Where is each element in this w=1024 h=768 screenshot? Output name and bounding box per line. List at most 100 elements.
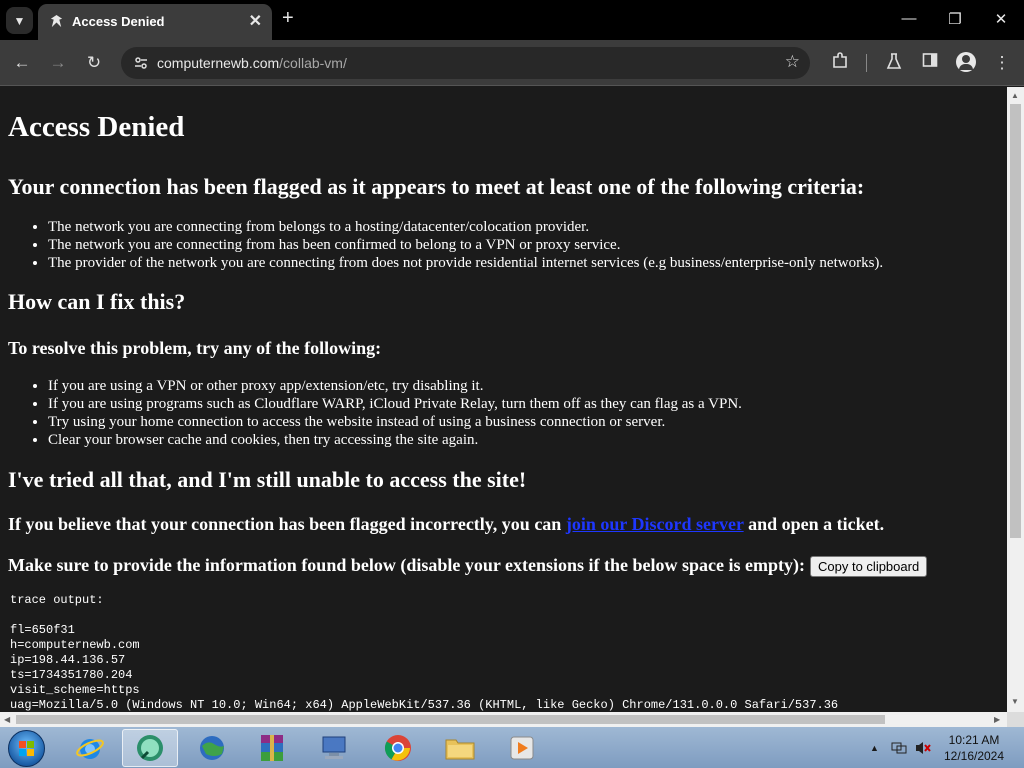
discord-link[interactable]: join our Discord server bbox=[566, 514, 744, 534]
reload-icon: ↻ bbox=[86, 53, 102, 72]
toolbar-separator bbox=[866, 54, 867, 72]
list-item: Clear your browser cache and cookies, th… bbox=[48, 431, 998, 449]
winrar-icon bbox=[261, 735, 283, 761]
profile-avatar-icon[interactable] bbox=[956, 52, 976, 72]
browser-titlebar: ▼ Access Denied ✕ + — ❐ ✕ bbox=[0, 0, 1024, 40]
arrow-right-icon: → bbox=[49, 53, 67, 72]
fixes-list: If you are using a VPN or other proxy ap… bbox=[48, 377, 998, 449]
fix-heading: How can I fix this? bbox=[8, 289, 186, 314]
volume-muted-icon[interactable] bbox=[914, 740, 932, 756]
side-panel-icon bbox=[922, 53, 938, 67]
forward-button[interactable]: → bbox=[46, 52, 70, 74]
criteria-list: The network you are connecting from belo… bbox=[48, 218, 998, 272]
restore-button[interactable]: ❐ bbox=[943, 10, 967, 28]
taskbar-explorer[interactable] bbox=[432, 729, 488, 767]
windows-taskbar: ▲ 10:21 AM 12/16/2024 bbox=[0, 727, 1024, 768]
clock-time: 10:21 AM bbox=[948, 733, 1000, 747]
horizontal-scrollbar[interactable]: ◀ ▶ bbox=[0, 712, 1007, 727]
taskbar-computer[interactable] bbox=[306, 729, 362, 767]
new-tab-button[interactable]: + bbox=[282, 8, 294, 28]
incorrect-text-before: If you believe that your connection has … bbox=[8, 514, 566, 534]
reload-button[interactable]: ↻ bbox=[82, 52, 106, 74]
bookmark-star-icon[interactable]: ☆ bbox=[785, 52, 800, 72]
explorer-folder-icon bbox=[445, 739, 475, 760]
labs-button[interactable] bbox=[882, 52, 906, 74]
trace-line: ip=198.44.136.57 bbox=[10, 653, 126, 668]
tab-search-button[interactable]: ▼ bbox=[6, 7, 33, 34]
provide-info-label: Make sure to provide the information fou… bbox=[8, 555, 806, 575]
vertical-scrollbar[interactable]: ▲ ▼ bbox=[1007, 87, 1024, 712]
scroll-right-arrow-icon[interactable]: ▶ bbox=[994, 715, 1000, 724]
taskbar-ie[interactable] bbox=[62, 729, 118, 767]
url-path: /collab-vm/ bbox=[279, 55, 347, 71]
site-favicon-icon bbox=[50, 14, 63, 28]
provide-info-text: Make sure to provide the information fou… bbox=[8, 555, 998, 578]
windows-flag-icon bbox=[19, 741, 35, 757]
flask-icon bbox=[886, 53, 902, 69]
page-viewport: Access Denied Your connection has been f… bbox=[0, 87, 1007, 712]
criteria-heading: Your connection has been flagged as it a… bbox=[8, 174, 865, 199]
start-button[interactable] bbox=[8, 730, 45, 767]
list-item: The network you are connecting from has … bbox=[48, 236, 998, 254]
network-globe-icon bbox=[200, 736, 224, 760]
scroll-corner bbox=[1007, 712, 1024, 727]
list-item: Try using your home connection to access… bbox=[48, 413, 998, 431]
tried-heading: I've tried all that, and I'm still unabl… bbox=[8, 467, 527, 492]
collabvm-icon bbox=[137, 735, 163, 761]
trace-output: trace output: fl=650f31 h=computernewb.c… bbox=[10, 593, 998, 712]
url-text[interactable]: computernewb.com/collab-vm/ bbox=[157, 55, 347, 71]
list-item: If you are using programs such as Cloudf… bbox=[48, 395, 998, 413]
scroll-left-arrow-icon[interactable]: ◀ bbox=[4, 715, 10, 724]
taskbar-media-player[interactable] bbox=[494, 729, 550, 767]
scroll-down-arrow-icon[interactable]: ▼ bbox=[1011, 697, 1019, 706]
page-title: Access Denied bbox=[8, 111, 185, 143]
trace-line: visit_scheme=https bbox=[10, 683, 140, 698]
taskbar-chrome[interactable] bbox=[370, 729, 426, 767]
close-window-button[interactable]: ✕ bbox=[989, 10, 1013, 28]
vertical-scroll-thumb[interactable] bbox=[1010, 104, 1021, 538]
page-content: Access Denied Your connection has been f… bbox=[8, 87, 998, 712]
arrow-left-icon: ← bbox=[13, 53, 31, 72]
list-item: The network you are connecting from belo… bbox=[48, 218, 998, 236]
network-tray-icon[interactable] bbox=[890, 740, 908, 756]
back-button[interactable]: ← bbox=[10, 52, 34, 74]
taskbar-winrar[interactable] bbox=[244, 729, 300, 767]
site-info-icon[interactable] bbox=[133, 55, 149, 71]
extensions-button[interactable] bbox=[828, 52, 852, 74]
incorrect-flag-text: If you believe that your connection has … bbox=[8, 514, 998, 535]
tab-access-denied[interactable]: Access Denied ✕ bbox=[38, 4, 272, 40]
browser-toolbar: ← → ↻ computernewb.com/collab-vm/ ☆ ⋮ bbox=[0, 40, 1024, 86]
scroll-up-arrow-icon[interactable]: ▲ bbox=[1011, 91, 1019, 100]
chevron-down-icon: ▼ bbox=[13, 13, 26, 28]
incorrect-text-after: and open a ticket. bbox=[743, 514, 885, 534]
trace-label: trace output: bbox=[10, 593, 104, 608]
computer-icon bbox=[322, 736, 346, 759]
kebab-menu-icon: ⋮ bbox=[993, 53, 1011, 72]
horizontal-scroll-thumb[interactable] bbox=[16, 715, 885, 724]
side-panel-button[interactable] bbox=[918, 52, 942, 74]
tab-title: Access Denied bbox=[72, 14, 165, 29]
url-host: computernewb.com bbox=[157, 55, 280, 71]
trace-line: ts=1734351780.204 bbox=[10, 668, 133, 683]
system-clock[interactable]: 10:21 AM 12/16/2024 bbox=[938, 732, 1010, 764]
clock-date: 12/16/2024 bbox=[943, 749, 1005, 763]
trace-line: uag=Mozilla/5.0 (Windows NT 10.0; Win64;… bbox=[10, 698, 839, 712]
menu-button[interactable]: ⋮ bbox=[990, 52, 1014, 74]
show-hidden-icons-icon[interactable]: ▲ bbox=[870, 743, 879, 753]
ie-icon bbox=[76, 739, 104, 759]
chrome-icon bbox=[384, 735, 411, 761]
resolve-heading: To resolve this problem, try any of the … bbox=[8, 338, 382, 358]
trace-line: h=computernewb.com bbox=[10, 638, 140, 653]
list-item: The provider of the network you are conn… bbox=[48, 254, 998, 272]
media-player-icon bbox=[510, 736, 534, 760]
taskbar-collabvm[interactable] bbox=[122, 729, 178, 767]
minimize-button[interactable]: — bbox=[897, 10, 921, 27]
plus-icon: + bbox=[282, 7, 294, 29]
tab-close-icon[interactable]: ✕ bbox=[249, 11, 262, 31]
address-bar[interactable]: computernewb.com/collab-vm/ ☆ bbox=[121, 47, 810, 79]
trace-line: fl=650f31 bbox=[10, 623, 75, 638]
copy-to-clipboard-button[interactable]: Copy to clipboard bbox=[810, 556, 928, 578]
list-item: If you are using a VPN or other proxy ap… bbox=[48, 377, 998, 395]
puzzle-icon bbox=[833, 52, 847, 68]
taskbar-network[interactable] bbox=[184, 729, 240, 767]
